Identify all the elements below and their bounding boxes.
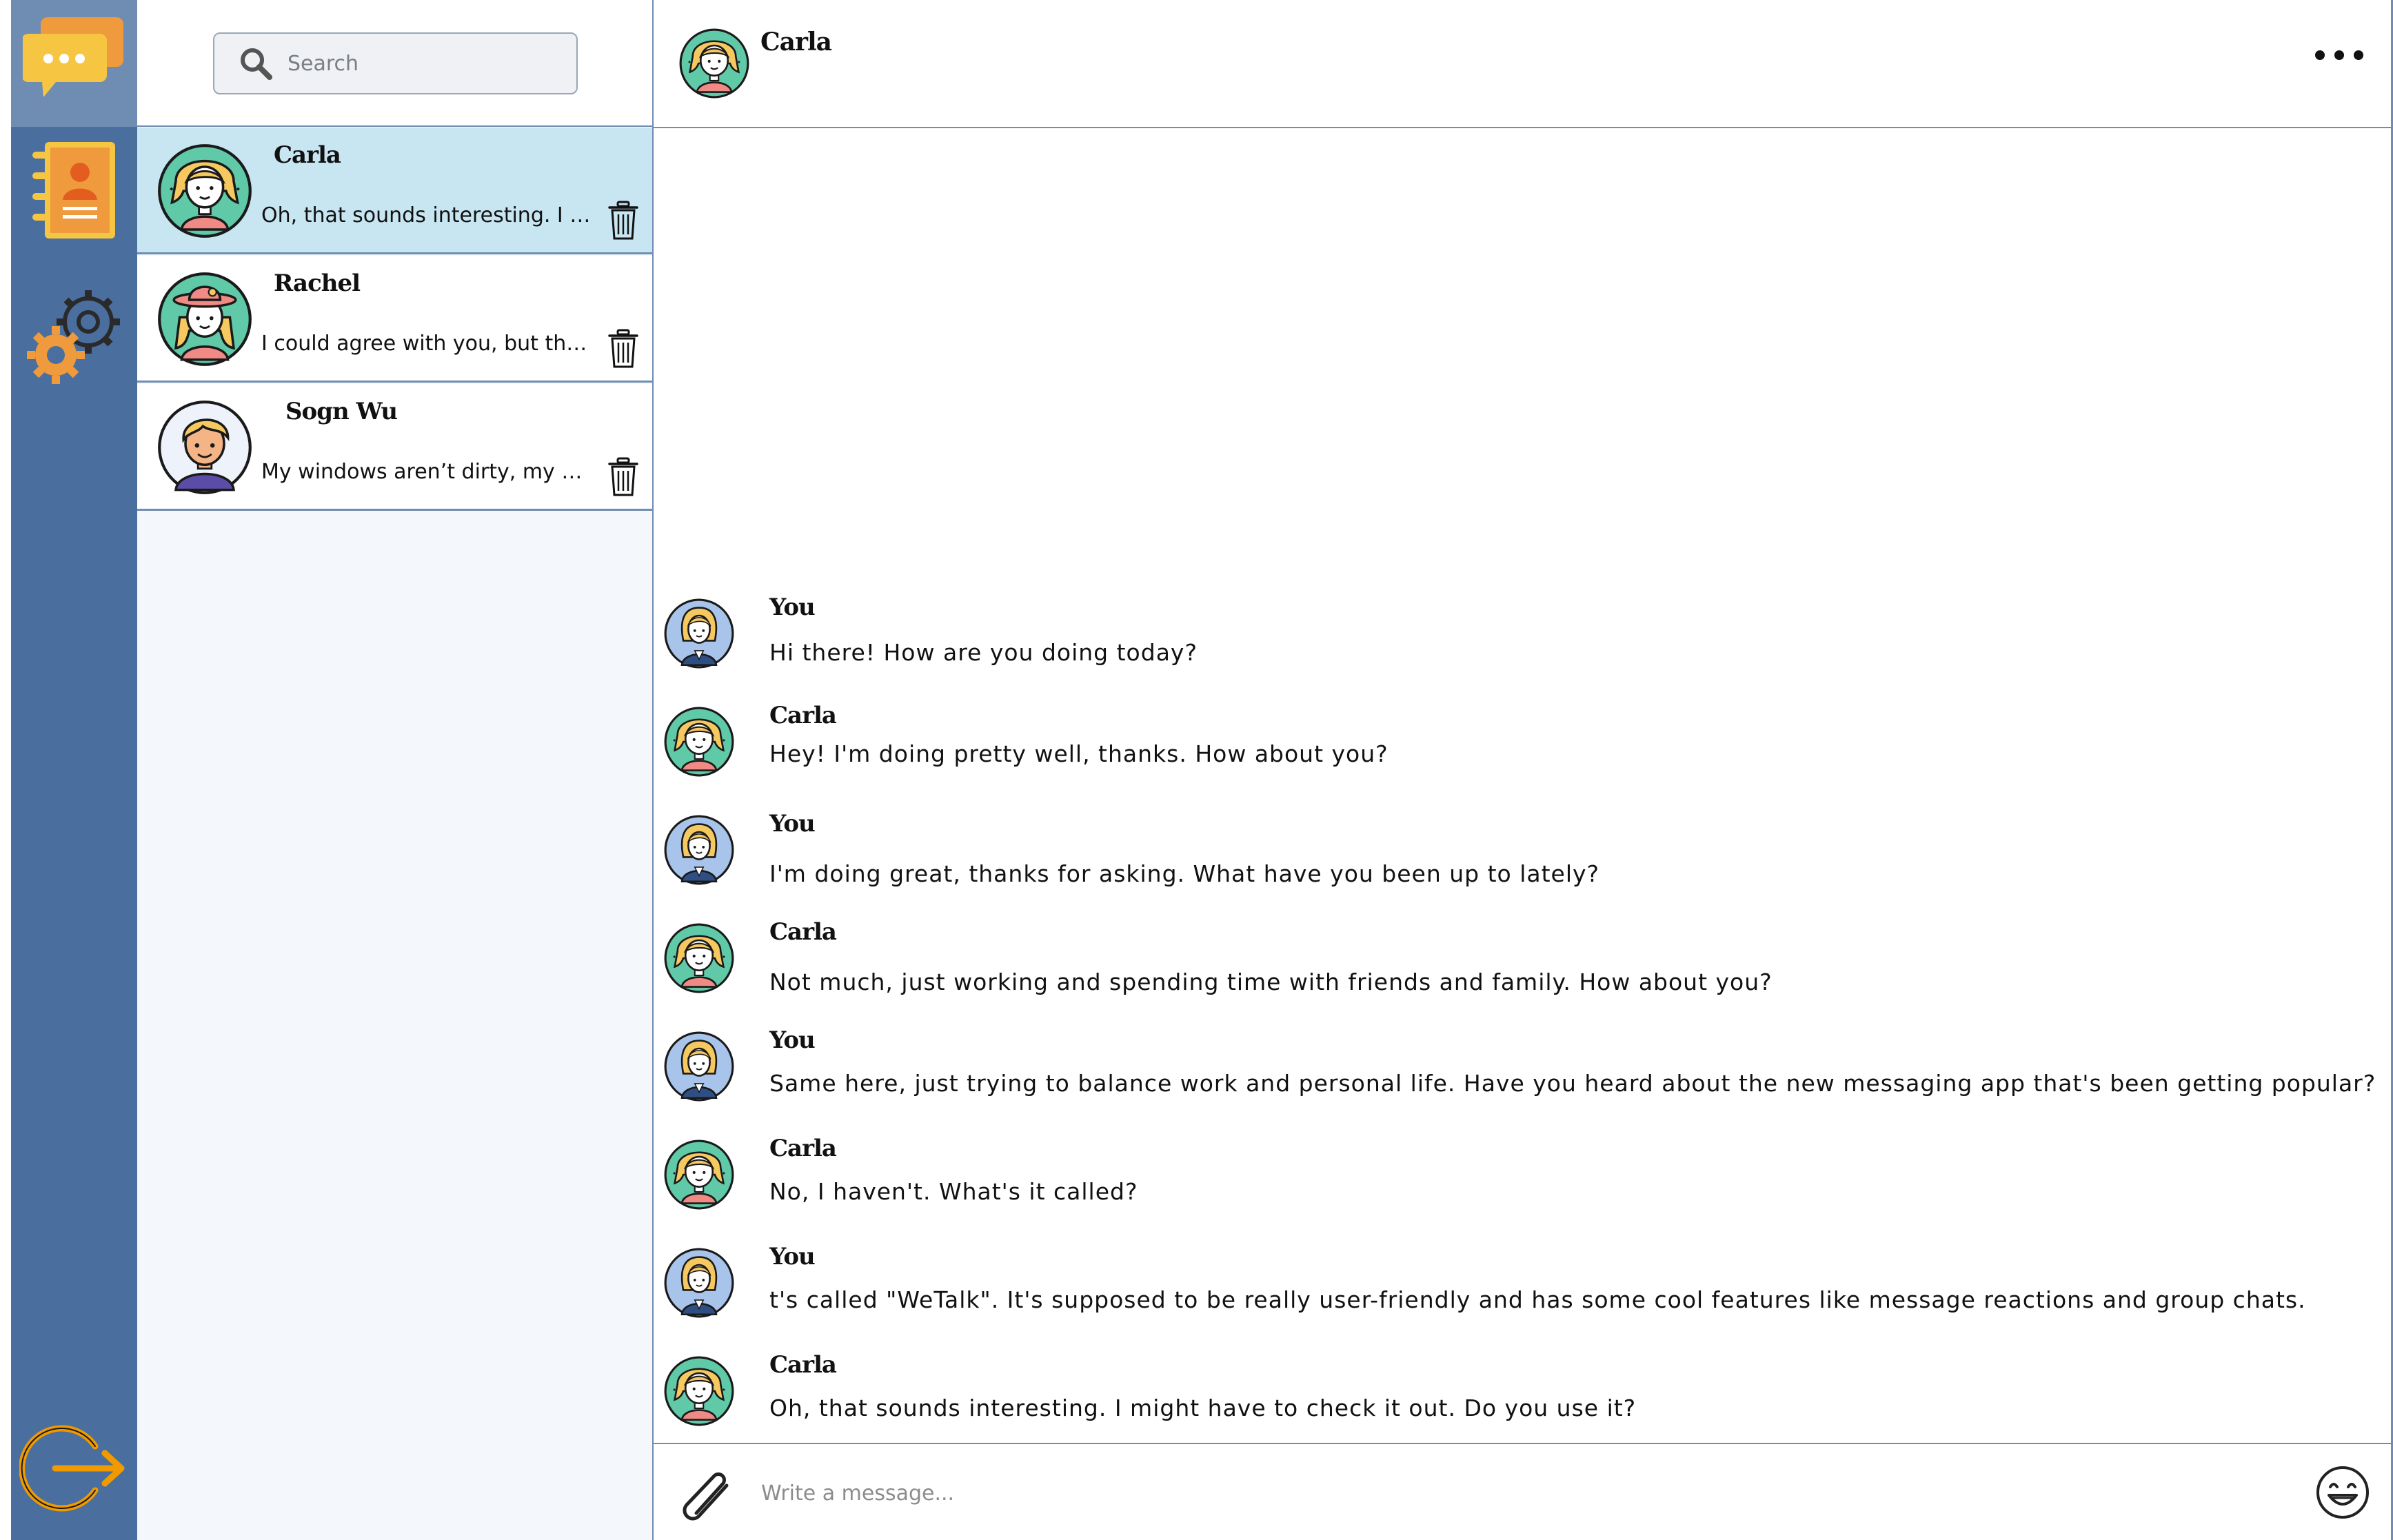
rachel-avatar (156, 271, 253, 367)
you-avatar (663, 1031, 735, 1102)
carla-avatar (663, 1355, 735, 1427)
sogn-wu-avatar (156, 399, 253, 496)
chat-title: Carla (760, 28, 832, 57)
nav-rail (11, 0, 137, 1540)
search-icon (235, 43, 276, 84)
more-options-icon[interactable] (2315, 41, 2363, 69)
message: You I'm doing great, thanks for asking. … (663, 810, 2373, 897)
contact-name: Sogn Wu (285, 398, 398, 425)
message-sender: You (769, 594, 816, 621)
message-text: Not much, just working and spending time… (769, 969, 1773, 995)
message-sender: You (769, 1026, 816, 1054)
message-text: Oh, that sounds interesting. I might hav… (769, 1395, 1637, 1421)
message-sender: Carla (769, 918, 837, 946)
message-sender: Carla (769, 1135, 837, 1162)
message: You Hi there! How are you doing today? (663, 594, 2373, 680)
carla-avatar (663, 922, 735, 994)
message-sender: You (769, 810, 816, 838)
search-box[interactable] (213, 32, 578, 94)
message-sender: Carla (769, 1351, 837, 1379)
you-avatar (663, 598, 735, 669)
contact-preview: My windows aren’t dirty, my dog is just … (261, 460, 592, 484)
contacts-book-icon[interactable] (11, 138, 137, 241)
contact-preview: Oh, that sounds interesting. I might hav… (261, 203, 592, 227)
trash-icon[interactable] (608, 201, 638, 241)
contacts-panel: Carla Oh, that sounds interesting. I mig… (137, 0, 654, 1540)
settings-gears-icon[interactable] (11, 276, 137, 393)
message: Carla Hey! I'm doing pretty well, thanks… (663, 702, 2373, 789)
message-text: I'm doing great, thanks for asking. What… (769, 860, 1600, 887)
message: Carla Oh, that sounds interesting. I mig… (663, 1351, 2373, 1438)
trash-icon[interactable] (608, 457, 638, 497)
message-text: Hey! I'm doing pretty well, thanks. How … (769, 740, 1389, 767)
contact-item-rachel[interactable]: Rachel I could agree with you, but then … (137, 256, 652, 383)
message-sender: Carla (769, 702, 837, 729)
carla-avatar (663, 1139, 735, 1210)
logout-icon[interactable] (11, 1420, 137, 1517)
trash-icon[interactable] (608, 329, 638, 369)
contact-preview: I could agree with you, but then we'd bo… (261, 332, 592, 356)
message-text: t's called "WeTalk". It's supposed to be… (769, 1286, 2306, 1313)
message-composer (654, 1443, 2391, 1540)
you-avatar (663, 1247, 735, 1319)
emoji-icon[interactable] (2315, 1465, 2370, 1520)
message-input[interactable] (760, 1475, 2210, 1511)
message-sender: You (769, 1243, 816, 1270)
message: Carla No, I haven't. What's it called? (663, 1135, 2373, 1222)
message: You Same here, just trying to balance wo… (663, 1026, 2376, 1113)
carla-avatar (678, 28, 750, 99)
message-text: Hi there! How are you doing today? (769, 639, 1198, 666)
you-avatar (663, 814, 735, 886)
carla-avatar (663, 706, 735, 778)
message: You t's called "WeTalk". It's supposed t… (663, 1243, 2373, 1330)
chat-header: Carla (654, 0, 2391, 128)
search-input[interactable] (286, 50, 551, 77)
message-text: Same here, just trying to balance work a… (769, 1070, 2376, 1097)
contact-item-carla[interactable]: Carla Oh, that sounds interesting. I mig… (137, 128, 652, 254)
message-text: No, I haven't. What's it called? (769, 1178, 1138, 1205)
chat-bubbles-icon[interactable] (11, 7, 137, 103)
contact-item-sogn-wu[interactable]: Sogn Wu My windows aren’t dirty, my dog … (137, 384, 652, 511)
contact-name: Rachel (274, 270, 361, 297)
contact-name: Carla (274, 141, 341, 169)
paperclip-icon[interactable] (676, 1465, 738, 1527)
search-bar (137, 0, 652, 127)
chat-area: Carla You Hi there! How are you doing to… (654, 0, 2393, 1540)
carla-avatar (156, 143, 253, 239)
message: Carla Not much, just working and spendin… (663, 918, 2373, 1005)
